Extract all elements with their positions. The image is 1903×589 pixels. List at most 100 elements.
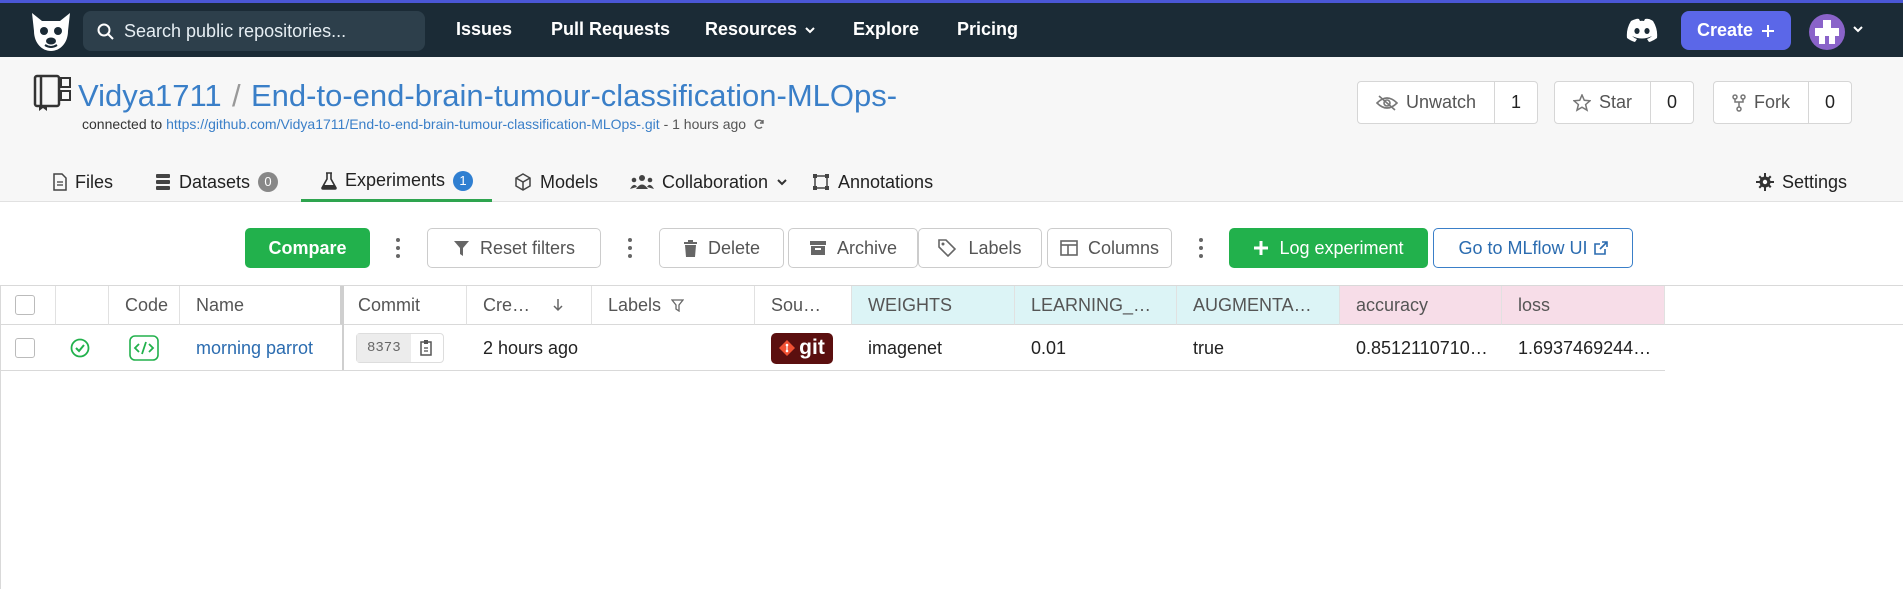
tab-collaboration-label: Collaboration	[662, 171, 769, 192]
repo-owner-link[interactable]: Vidya1711	[78, 78, 222, 114]
experiment-name-link[interactable]: morning parrot	[180, 326, 342, 370]
star-group: Star 0	[1554, 81, 1695, 124]
star-icon	[1573, 93, 1591, 112]
labels-button[interactable]: Labels	[918, 228, 1042, 268]
code-icon[interactable]	[129, 335, 159, 361]
create-button[interactable]: Create	[1681, 11, 1791, 50]
discord-icon[interactable]	[1625, 17, 1659, 43]
columns-button[interactable]: Columns	[1047, 228, 1172, 268]
delete-button[interactable]: Delete	[659, 228, 784, 268]
tab-files[interactable]: Files	[53, 162, 113, 202]
compare-button[interactable]: Compare	[245, 228, 370, 268]
tab-experiments-label: Experiments	[345, 170, 446, 190]
commit-hash[interactable]: 8373	[357, 334, 411, 362]
mlflow-ui-button[interactable]: Go to MLflow UI	[1433, 228, 1633, 268]
weights-cell: imagenet	[868, 337, 943, 358]
copy-icon[interactable]	[411, 339, 443, 357]
connected-ago: - 1 hours ago	[663, 116, 747, 132]
commit-badge: 8373	[356, 333, 444, 363]
cube-icon	[515, 173, 531, 191]
database-icon	[156, 174, 170, 190]
nav-pricing[interactable]: Pricing	[957, 19, 1018, 40]
status-cell	[56, 326, 109, 370]
tab-models[interactable]: Models	[514, 162, 598, 202]
header-status	[56, 286, 109, 325]
created-cell: 2 hours ago	[483, 337, 579, 358]
fork-icon	[1732, 93, 1746, 112]
unwatch-button[interactable]: Unwatch	[1358, 82, 1496, 123]
header-augmentation[interactable]: AUGMENTA…	[1177, 286, 1340, 325]
plus-icon	[1762, 24, 1775, 37]
check-circle-icon	[70, 338, 90, 358]
header-labels[interactable]: Labels	[592, 286, 755, 325]
header-empty	[1665, 286, 1903, 325]
select-all-checkbox[interactable]	[15, 295, 35, 315]
chevron-down-icon	[777, 179, 787, 186]
search-input[interactable]: Search public repositories...	[83, 11, 425, 51]
chevron-down-icon[interactable]	[1852, 25, 1864, 33]
experiments-count-badge: 1	[453, 170, 474, 191]
connected-url-link[interactable]: https://github.com/Vidya1711/End-to-end-…	[166, 116, 660, 132]
header-created[interactable]: Cre…	[467, 286, 592, 325]
repo-icon	[33, 74, 71, 111]
fork-group: Fork 0	[1713, 81, 1852, 124]
learning-rate-cell: 0.01	[1031, 337, 1067, 358]
header-source[interactable]: Sou…	[755, 286, 852, 325]
header-learning-rate[interactable]: LEARNING_…	[1015, 286, 1177, 325]
sort-down-icon[interactable]	[552, 298, 564, 312]
header-created-label: Cre…	[483, 294, 531, 315]
nav-resources[interactable]: Resources	[705, 19, 816, 40]
filter-icon	[453, 240, 469, 256]
tags-icon	[938, 239, 957, 257]
users-icon	[630, 175, 654, 189]
avatar[interactable]	[1809, 14, 1845, 50]
tab-settings-label: Settings	[1782, 171, 1848, 192]
fork-count[interactable]: 0	[1809, 82, 1851, 123]
log-experiment-button[interactable]: Log experiment	[1229, 228, 1428, 268]
git-source-badge[interactable]: git	[771, 332, 833, 364]
more-options-icon[interactable]	[627, 236, 633, 260]
header-commit[interactable]: Commit	[342, 286, 467, 325]
sync-icon[interactable]	[753, 118, 765, 130]
filter-icon[interactable]	[671, 298, 685, 312]
top-navbar: Search public repositories... Issues Pul…	[0, 0, 1903, 57]
watch-count[interactable]: 1	[1495, 82, 1537, 123]
repo-name-link[interactable]: End-to-end-brain-tumour-classification-M…	[251, 78, 897, 114]
tab-settings[interactable]: Settings	[1756, 162, 1847, 202]
accuracy-cell: 0.8512110710…	[1356, 337, 1488, 358]
header-weights[interactable]: WEIGHTS	[852, 286, 1015, 325]
source-cell: git	[755, 326, 852, 370]
augmentation-cell: true	[1193, 337, 1225, 358]
fork-button[interactable]: Fork	[1714, 82, 1809, 123]
pinned-column-divider	[342, 286, 344, 370]
log-experiment-label: Log experiment	[1279, 237, 1404, 258]
archive-label: Archive	[836, 237, 898, 258]
nav-pull-requests[interactable]: Pull Requests	[551, 19, 670, 40]
gear-icon	[1756, 173, 1774, 191]
reset-filters-button[interactable]: Reset filters	[427, 228, 601, 268]
code-cell	[109, 326, 180, 370]
header-accuracy[interactable]: accuracy	[1340, 286, 1502, 325]
header-select-all	[1, 286, 56, 325]
unwatch-label: Unwatch	[1406, 92, 1477, 112]
header-loss[interactable]: loss	[1502, 286, 1665, 325]
header-name[interactable]: Name	[180, 286, 342, 325]
more-options-icon[interactable]	[395, 236, 401, 260]
nav-issues[interactable]: Issues	[456, 19, 512, 40]
tab-collaboration[interactable]: Collaboration	[630, 162, 788, 202]
star-count[interactable]: 0	[1651, 82, 1693, 123]
nav-explore[interactable]: Explore	[853, 19, 919, 40]
star-button[interactable]: Star	[1555, 82, 1652, 123]
more-options-icon[interactable]	[1198, 236, 1204, 260]
archive-button[interactable]: Archive	[788, 228, 918, 268]
header-code[interactable]: Code	[109, 286, 180, 325]
row-checkbox[interactable]	[15, 338, 35, 358]
dagshub-logo-icon[interactable]	[28, 9, 74, 53]
tab-annotations[interactable]: Annotations	[812, 162, 933, 202]
tab-datasets[interactable]: Datasets 0	[155, 162, 279, 202]
loss-cell: 1.6937469244…	[1518, 337, 1652, 358]
archive-icon	[809, 241, 826, 255]
chevron-down-icon	[805, 26, 815, 33]
tab-experiments[interactable]: Experiments 1	[301, 162, 492, 202]
nav-resources-label: Resources	[705, 19, 798, 39]
